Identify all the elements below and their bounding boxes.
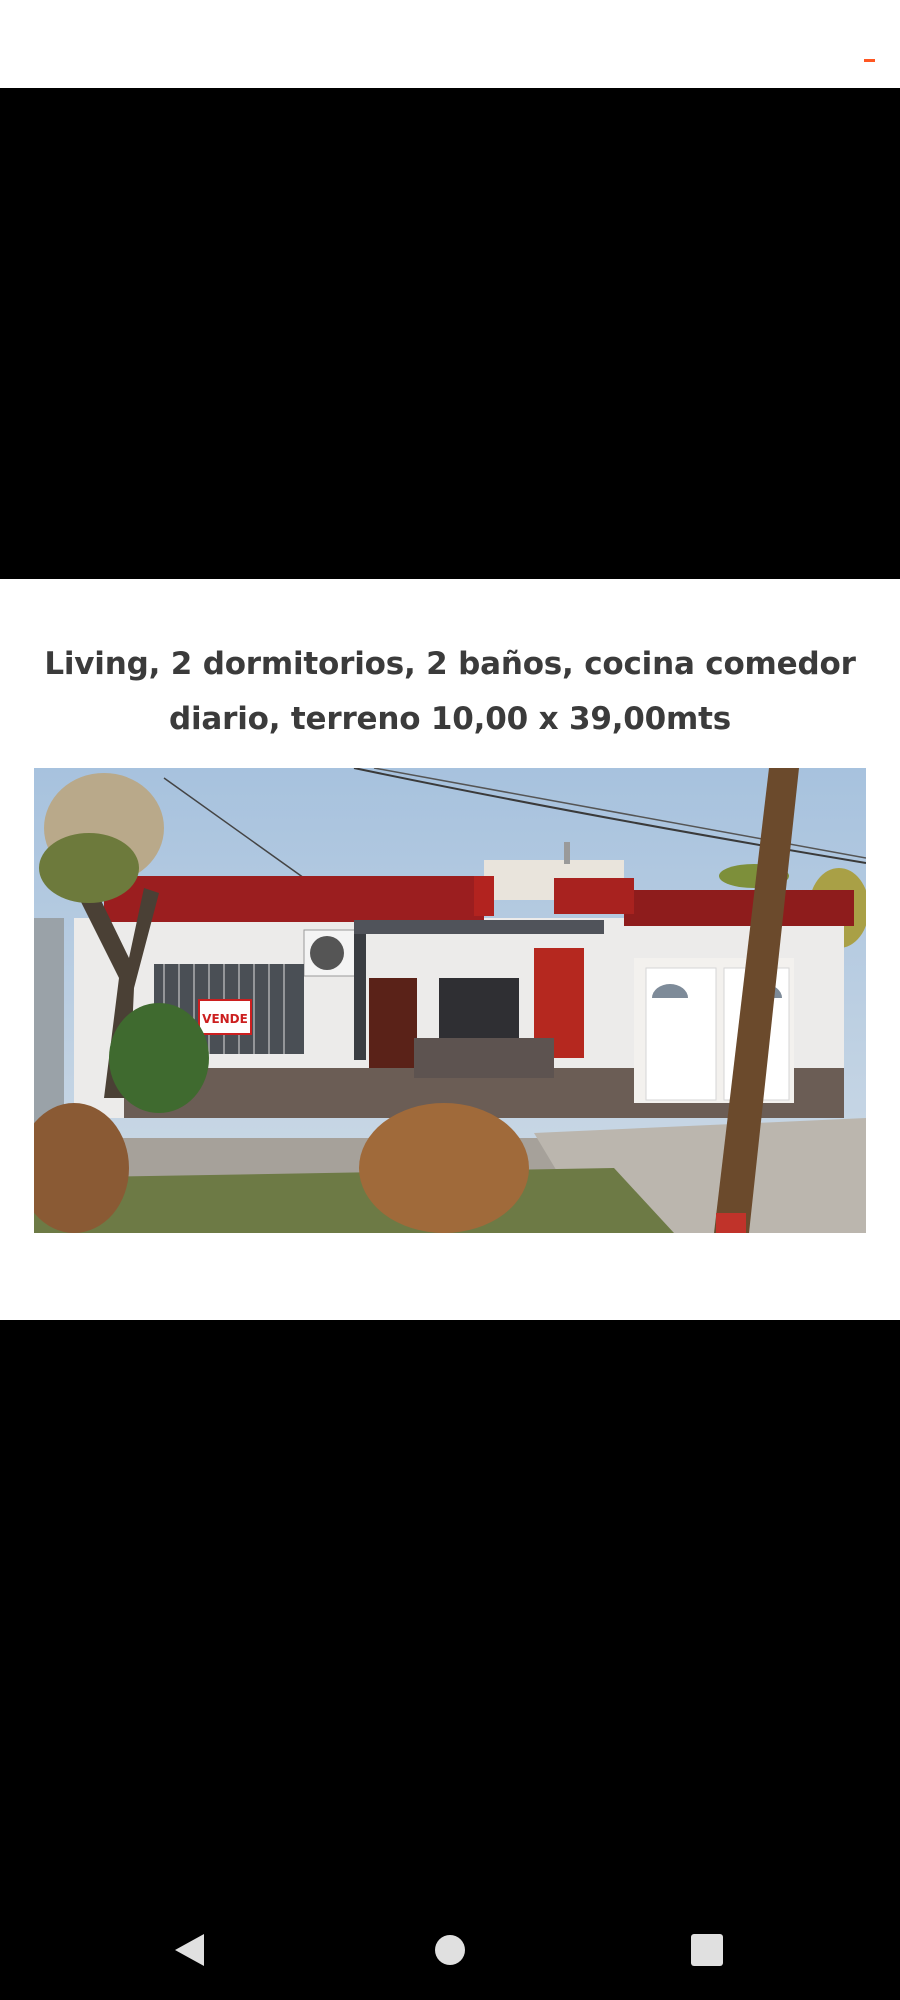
media-area-bottom	[0, 1320, 900, 1900]
media-area-top	[0, 88, 900, 579]
system-navigation-bar	[0, 1900, 900, 2000]
post-card: Living, 2 dormitorios, 2 baños, cocina c…	[0, 579, 900, 1320]
back-triangle-icon[interactable]	[160, 1928, 220, 1972]
minimize-icon[interactable]	[864, 59, 875, 62]
sale-sign-text: VENDE	[202, 1012, 248, 1026]
recents-square-icon[interactable]	[677, 1928, 737, 1972]
caption-line-2: diario, terreno 10,00 x 39,00mts	[169, 701, 731, 737]
home-circle-icon[interactable]	[420, 1928, 480, 1972]
post-caption: Living, 2 dormitorios, 2 baños, cocina c…	[20, 637, 880, 747]
house-photo[interactable]: VENDE	[34, 768, 866, 1233]
caption-line-1: Living, 2 dormitorios, 2 baños, cocina c…	[44, 646, 856, 682]
top-bar	[0, 0, 900, 88]
